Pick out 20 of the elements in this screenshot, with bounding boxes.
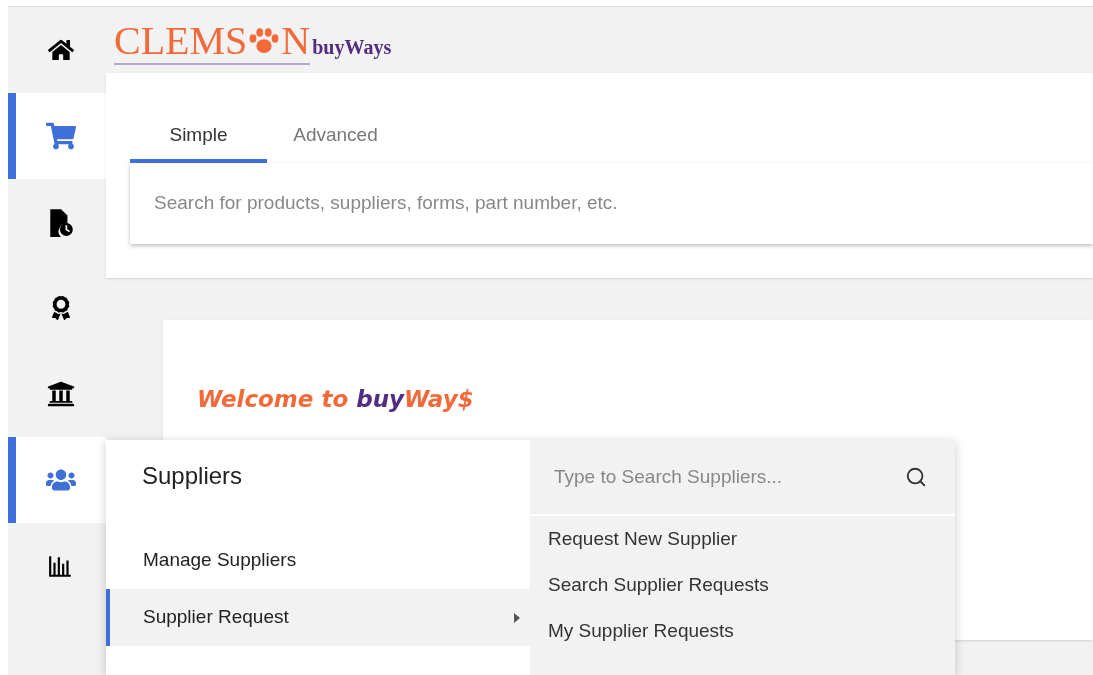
- search-icon: [905, 466, 927, 488]
- search-tab[interactable]: Advanced: [267, 111, 404, 163]
- supplier-search-field[interactable]: Type to Search Suppliers...: [554, 462, 905, 492]
- flyout-item[interactable]: Manage Suppliers: [106, 532, 530, 589]
- flyout-title: Suppliers: [141, 461, 244, 491]
- logo-suffix: buyWays: [312, 35, 392, 61]
- submenu-item[interactable]: Search Supplier Requests: [530, 568, 955, 614]
- bank-icon: [47, 380, 75, 408]
- submenu-item[interactable]: My Supplier Requests: [530, 614, 955, 660]
- search-input[interactable]: Search for products, suppliers, forms, part number, etc.: [154, 189, 1069, 218]
- search-field[interactable]: Search for products, suppliers, forms, part number, etc.: [130, 163, 1093, 244]
- flyout-item[interactable]: Supplier Request: [106, 589, 530, 646]
- home-icon: [48, 37, 74, 63]
- cart-icon: [46, 121, 76, 151]
- logo-text: CLEMS: [114, 21, 248, 61]
- welcome-heading: Welcome to buyWay$: [197, 385, 475, 414]
- logo-text: N: [281, 21, 311, 61]
- award-icon: [49, 296, 73, 320]
- submenu-item[interactable]: Request New Supplier: [530, 522, 955, 568]
- bar-chart-icon: [48, 553, 74, 579]
